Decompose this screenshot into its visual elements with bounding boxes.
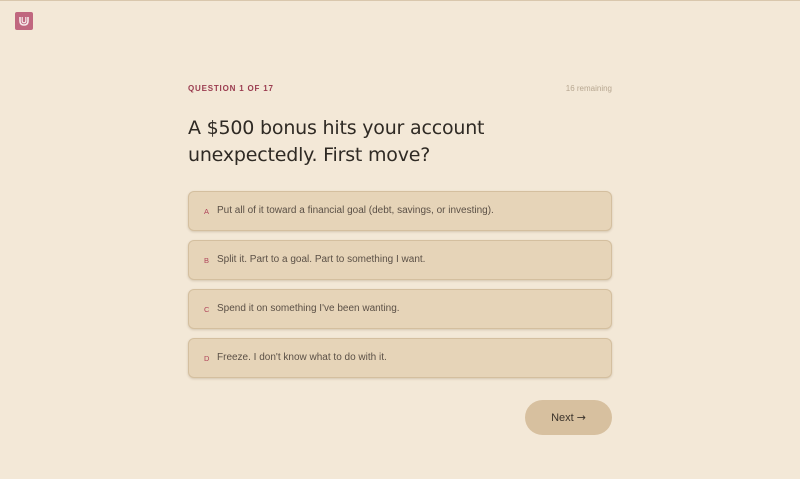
question-header: QUESTION 1 OF 17 16 remaining [188, 84, 612, 96]
brand-logo-icon[interactable] [15, 12, 33, 30]
question-counter: QUESTION 1 OF 17 [188, 84, 274, 93]
option-text: Split it. Part to a goal. Part to someth… [217, 254, 426, 265]
next-button-label: Next [551, 411, 574, 424]
question-panel: QUESTION 1 OF 17 16 remaining A $500 bon… [188, 84, 612, 166]
option-letter: D [204, 354, 210, 363]
option-text: Freeze. I don't know what to do with it. [217, 352, 387, 363]
option-text: Spend it on something I've been wanting. [217, 303, 400, 314]
option-d[interactable]: D Freeze. I don't know what to do with i… [188, 338, 612, 378]
option-text: Put all of it toward a financial goal (d… [217, 205, 494, 216]
option-a[interactable]: A Put all of it toward a financial goal … [188, 191, 612, 231]
option-b[interactable]: B Split it. Part to a goal. Part to some… [188, 240, 612, 280]
arrow-right-icon: → [576, 411, 586, 424]
u-shaped-logo-icon [19, 17, 29, 26]
option-letter: A [204, 207, 210, 216]
option-letter: B [204, 256, 210, 265]
next-button[interactable]: Next → [525, 400, 612, 435]
option-letter: C [204, 305, 210, 314]
answer-options: A Put all of it toward a financial goal … [188, 191, 612, 387]
question-title: A $500 bonus hits your account unexpecte… [188, 117, 485, 166]
option-c[interactable]: C Spend it on something I've been wantin… [188, 289, 612, 329]
remaining-count: 16 remaining [565, 84, 612, 93]
